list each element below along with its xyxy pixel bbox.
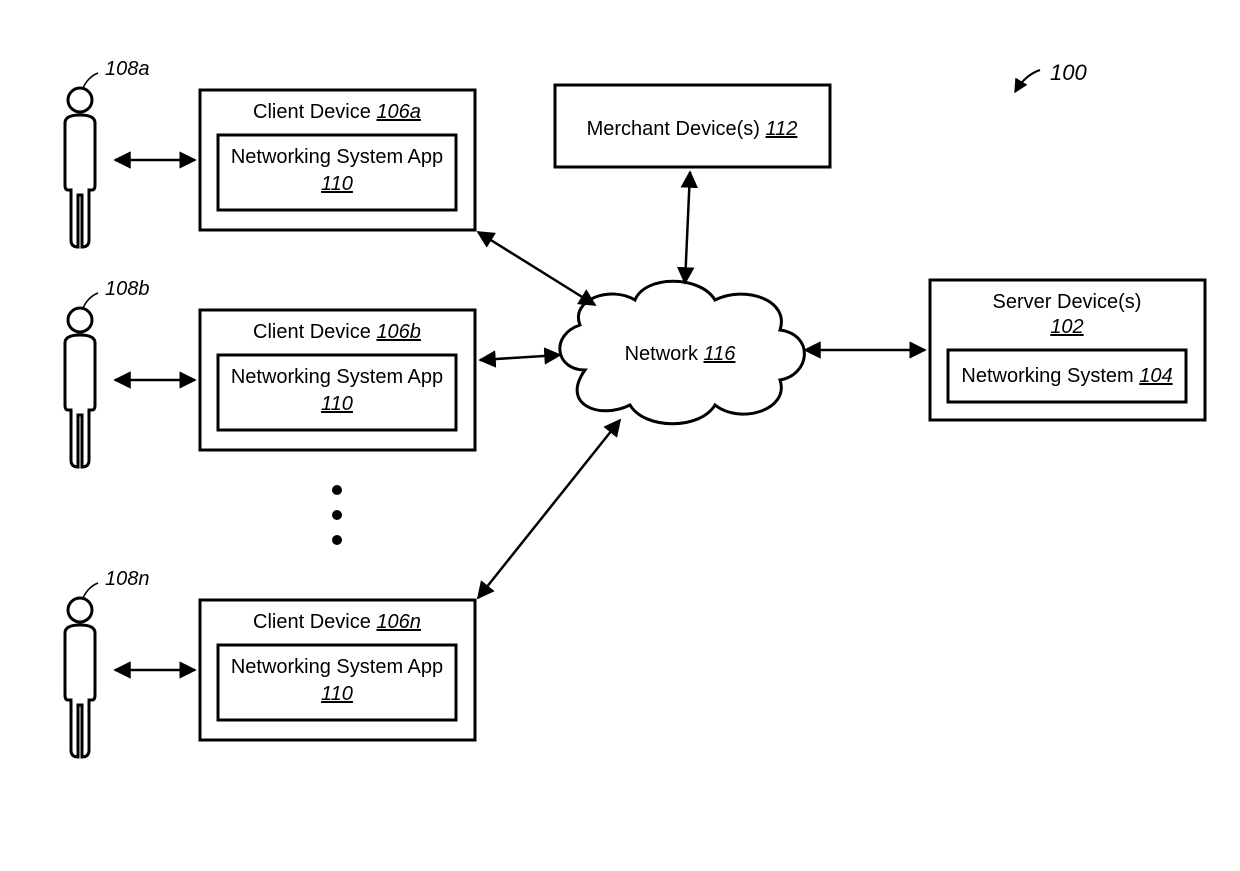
client-a-inner-title: Networking System App: [231, 146, 443, 168]
network-ref: 116: [704, 343, 737, 365]
merchant-device: Merchant Device(s) 112: [555, 85, 830, 167]
user-a: 108a: [65, 58, 150, 247]
user-b: 108b: [65, 278, 150, 467]
server-ref: 102: [1050, 316, 1083, 338]
client-b-inner-ref: 110: [321, 393, 353, 415]
user-n-ref: 108n: [105, 568, 150, 590]
client-device-n: Client Device 106n Networking System App…: [200, 600, 475, 740]
user-b-ref: 108b: [105, 278, 150, 300]
client-device-a: Client Device 106a Networking System App…: [200, 90, 475, 230]
client-b-title: Client Device 106b: [253, 321, 421, 343]
client-b-inner-title: Networking System App: [231, 366, 443, 388]
client-device-b: Client Device 106b Networking System App…: [200, 310, 475, 450]
connector-client-a-network: [478, 232, 595, 305]
client-n-inner-ref: 110: [321, 683, 353, 705]
client-n-ref: 106n: [376, 611, 421, 633]
client-n-title: Client Device 106n: [253, 611, 421, 633]
merchant-ref: 112: [766, 118, 798, 140]
merchant-title: Merchant Device(s) 112: [587, 118, 798, 140]
network-cloud: Network 116: [560, 281, 805, 424]
server-inner-title: Networking System 104: [961, 365, 1172, 387]
connector-client-n-network: [478, 420, 620, 598]
server-device: Server Device(s) 102 Networking System 1…: [930, 280, 1205, 420]
diagram-ref-label: 100: [1050, 60, 1087, 85]
user-n: 108n: [65, 568, 150, 757]
client-a-inner-ref: 110: [321, 173, 353, 195]
ellipsis-icon: [332, 485, 342, 545]
server-title: Server Device(s): [993, 291, 1142, 313]
server-inner-ref: 104: [1139, 365, 1172, 387]
client-a-title: Client Device 106a: [253, 101, 421, 123]
connector-client-b-network: [480, 355, 560, 360]
user-a-ref: 108a: [105, 58, 150, 80]
client-a-ref: 106a: [376, 101, 421, 123]
client-n-inner-title: Networking System App: [231, 656, 443, 678]
network-title: Network 116: [625, 343, 737, 365]
connector-merchant-network: [685, 172, 690, 283]
client-b-ref: 106b: [376, 321, 421, 343]
diagram-canvas: 100 108a 108b 108n Client Device 106a Ne…: [0, 0, 1240, 871]
diagram-ref-marker: 100: [1015, 60, 1087, 92]
